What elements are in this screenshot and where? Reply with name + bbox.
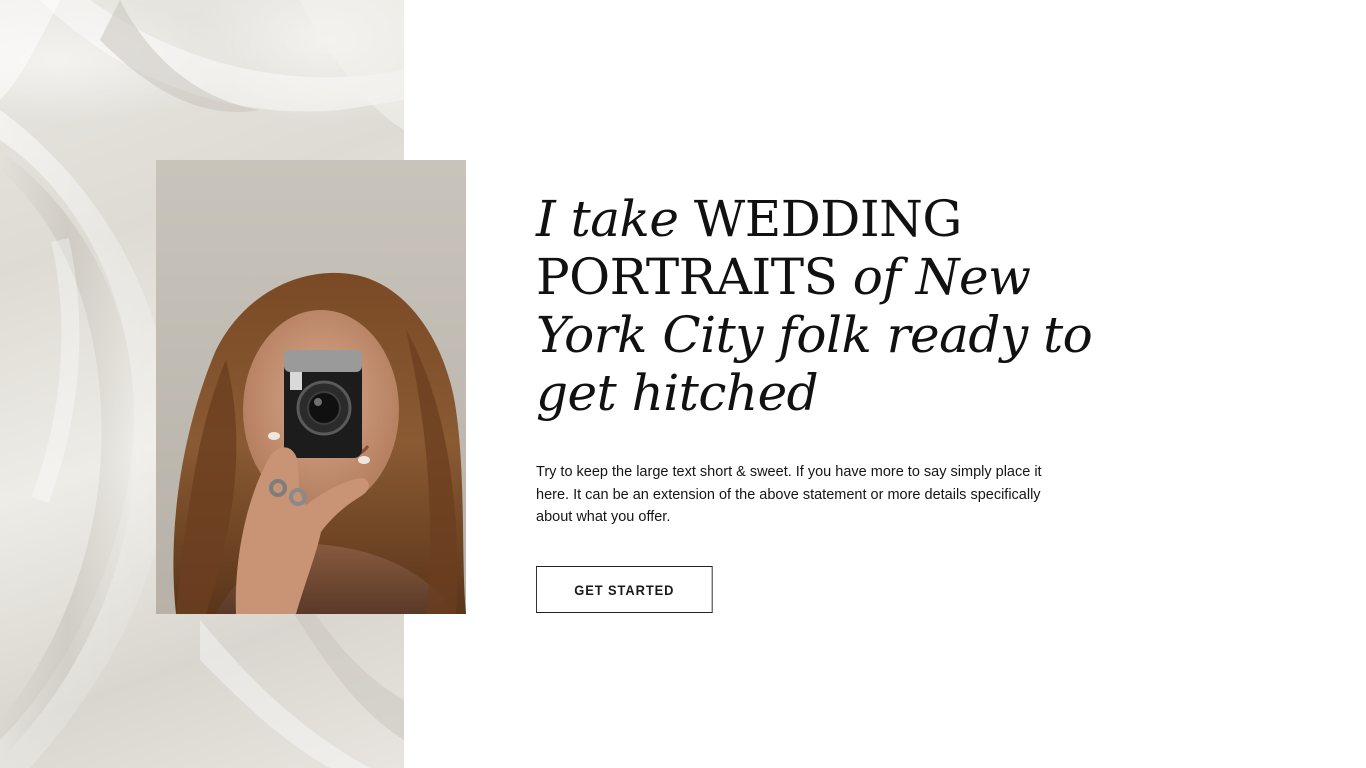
portrait-photo-image — [156, 160, 466, 614]
page: I take WEDDING PORTRAITS of New York Cit… — [0, 0, 1366, 768]
hero-headline: I take WEDDING PORTRAITS of New York Cit… — [536, 190, 1096, 422]
headline-italic-intro: I take — [536, 190, 679, 248]
get-started-button[interactable]: GET STARTED — [536, 566, 713, 613]
hero-body-text: Try to keep the large text short & sweet… — [536, 464, 1042, 525]
